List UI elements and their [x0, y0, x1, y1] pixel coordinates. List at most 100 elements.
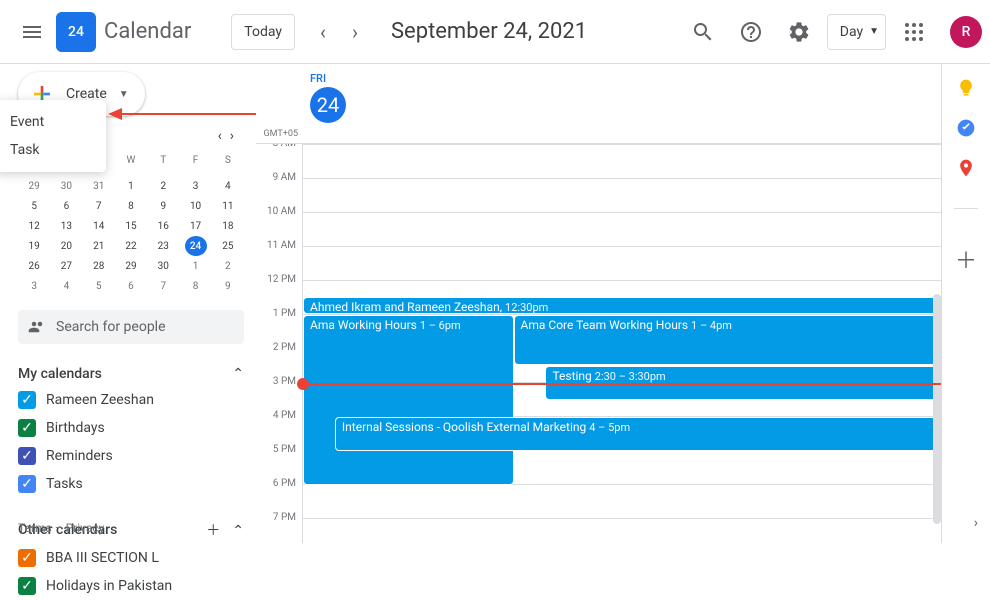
- calendar-item[interactable]: ✓Holidays in Pakistan: [18, 572, 244, 600]
- prev-day-button[interactable]: ‹: [307, 16, 339, 48]
- hour-label: 5 PM: [256, 444, 302, 478]
- mini-cal-day[interactable]: 8: [185, 276, 207, 296]
- mini-cal-day[interactable]: 27: [55, 256, 77, 276]
- mini-cal-dow: F: [185, 150, 207, 170]
- hour-label: 6 PM: [256, 478, 302, 512]
- mini-cal-next[interactable]: ›: [226, 124, 238, 148]
- mini-cal-day[interactable]: 14: [88, 216, 110, 236]
- view-selector[interactable]: Day▼: [827, 14, 886, 50]
- collapse-icon[interactable]: ⌃: [232, 523, 244, 539]
- mini-cal-day[interactable]: 21: [88, 236, 110, 256]
- current-date-title: September 24, 2021: [391, 19, 587, 44]
- mini-cal-day[interactable]: 30: [152, 256, 174, 276]
- mini-cal-day[interactable]: 13: [55, 216, 77, 236]
- calendar-label: Rameen Zeeshan: [46, 392, 154, 408]
- scrollbar[interactable]: [933, 294, 941, 524]
- maps-icon[interactable]: [956, 158, 976, 178]
- calendar-event[interactable]: Ahmed Ikram and Rameen Zeeshan, 12:30pm: [303, 297, 941, 314]
- calendar-item[interactable]: ✓BBA III SECTION L: [18, 544, 244, 572]
- privacy-link[interactable]: Privacy: [66, 521, 105, 535]
- mini-cal-day[interactable]: 30: [55, 176, 77, 196]
- checkbox-icon[interactable]: ✓: [18, 419, 36, 437]
- mini-cal-day[interactable]: 23: [152, 236, 174, 256]
- checkbox-icon[interactable]: ✓: [18, 577, 36, 595]
- add-calendar-icon[interactable]: ＋: [206, 523, 220, 539]
- mini-cal-day[interactable]: 16: [152, 216, 174, 236]
- hour-label: 7 PM: [256, 512, 302, 543]
- terms-link[interactable]: Terms: [18, 521, 52, 535]
- checkbox-icon[interactable]: ✓: [18, 447, 36, 465]
- calendar-event[interactable]: Ama Core Team Working Hours 1 – 4pm: [514, 315, 941, 365]
- checkbox-icon[interactable]: ✓: [18, 549, 36, 567]
- main-menu-icon[interactable]: [8, 8, 56, 56]
- mini-cal-day[interactable]: 22: [120, 236, 142, 256]
- timezone-label: GMT+05: [256, 64, 302, 143]
- google-apps-icon[interactable]: [894, 12, 934, 52]
- mini-cal-day[interactable]: 7: [152, 276, 174, 296]
- calendar-event[interactable]: Internal Sessions - Qoolish External Mar…: [335, 417, 941, 451]
- calendar-item[interactable]: ✓ Rameen Zeeshan: [18, 386, 244, 414]
- chevron-down-icon: ▼: [119, 89, 129, 100]
- mini-cal-day[interactable]: 5: [88, 276, 110, 296]
- create-event-option[interactable]: Event: [0, 108, 106, 136]
- mini-cal-day[interactable]: 7: [88, 196, 110, 216]
- keep-icon[interactable]: [956, 78, 976, 98]
- mini-cal-day[interactable]: 24: [185, 236, 207, 256]
- mini-cal-day[interactable]: 19: [23, 236, 45, 256]
- mini-cal-day[interactable]: 11: [217, 196, 239, 216]
- calendar-event[interactable]: Ama Working Hours 1 – 6pm: [303, 315, 514, 485]
- mini-cal-day[interactable]: 29: [120, 256, 142, 276]
- mini-cal-day[interactable]: 4: [217, 176, 239, 196]
- hour-label: 1 PM: [256, 308, 302, 342]
- mini-cal-day[interactable]: 15: [120, 216, 142, 236]
- mini-cal-day[interactable]: 26: [23, 256, 45, 276]
- mini-cal-day[interactable]: 6: [120, 276, 142, 296]
- mini-cal-day[interactable]: 1: [120, 176, 142, 196]
- create-task-option[interactable]: Task: [0, 136, 106, 164]
- help-icon[interactable]: [731, 12, 771, 52]
- tasks-icon[interactable]: [956, 118, 976, 138]
- mini-cal-day[interactable]: 6: [55, 196, 77, 216]
- mini-cal-day[interactable]: 4: [55, 276, 77, 296]
- hide-panel-button[interactable]: ›: [974, 515, 978, 531]
- mini-cal-day[interactable]: 3: [23, 276, 45, 296]
- mini-cal-dow: T: [152, 150, 174, 170]
- mini-cal-day[interactable]: 28: [88, 256, 110, 276]
- collapse-icon[interactable]: ⌃: [232, 366, 244, 382]
- mini-cal-day[interactable]: 18: [217, 216, 239, 236]
- calendar-item[interactable]: ✓Tasks: [18, 470, 244, 498]
- calendar-item[interactable]: ✓Birthdays: [18, 414, 244, 442]
- search-people-input[interactable]: Search for people: [18, 310, 244, 344]
- mini-cal-day[interactable]: 5: [23, 196, 45, 216]
- settings-icon[interactable]: [779, 12, 819, 52]
- mini-cal-day[interactable]: 31: [88, 176, 110, 196]
- checkbox-icon[interactable]: ✓: [18, 391, 36, 409]
- mini-cal-day[interactable]: 8: [120, 196, 142, 216]
- add-addon-button[interactable]: ＋: [946, 239, 986, 279]
- account-avatar[interactable]: R: [950, 16, 982, 48]
- next-day-button[interactable]: ›: [339, 16, 371, 48]
- hour-label: 12 PM: [256, 274, 302, 308]
- logo[interactable]: 24 Calendar: [56, 12, 191, 52]
- checkbox-icon[interactable]: ✓: [18, 475, 36, 493]
- mini-cal-day[interactable]: 9: [217, 276, 239, 296]
- mini-cal-day[interactable]: 17: [185, 216, 207, 236]
- mini-cal-day[interactable]: 29: [23, 176, 45, 196]
- mini-cal-day[interactable]: 3: [185, 176, 207, 196]
- mini-cal-day[interactable]: 25: [217, 236, 239, 256]
- mini-cal-day[interactable]: 9: [152, 196, 174, 216]
- mini-cal-day[interactable]: 12: [23, 216, 45, 236]
- mini-cal-day[interactable]: 2: [152, 176, 174, 196]
- my-calendars-title: My calendars: [18, 366, 102, 382]
- day-number[interactable]: 24: [310, 87, 346, 123]
- calendar-item[interactable]: ✓Reminders: [18, 442, 244, 470]
- today-button[interactable]: Today: [231, 14, 295, 50]
- mini-cal-day[interactable]: 1: [185, 256, 207, 276]
- hour-label: 9 AM: [256, 172, 302, 206]
- search-icon[interactable]: [683, 12, 723, 52]
- mini-cal-prev[interactable]: ‹: [214, 124, 226, 148]
- mini-cal-day[interactable]: 20: [55, 236, 77, 256]
- mini-cal-day[interactable]: 2: [217, 256, 239, 276]
- day-name: FRI: [310, 72, 326, 85]
- mini-cal-day[interactable]: 10: [185, 196, 207, 216]
